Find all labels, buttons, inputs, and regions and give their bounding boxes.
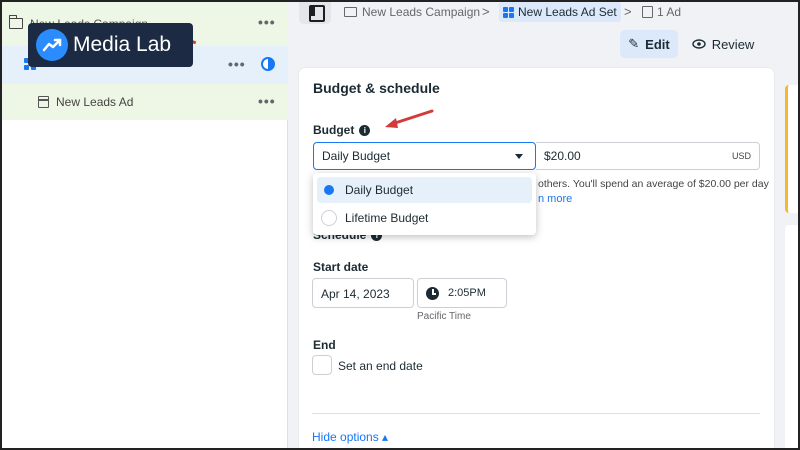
eye-icon xyxy=(691,37,706,52)
side-panel-card xyxy=(785,225,798,450)
edit-button[interactable]: ✎ Edit xyxy=(620,30,678,58)
end-label: End xyxy=(313,338,336,352)
campaign-tree-panel: New Leads Campaign ••• ••• ••• New Leads… xyxy=(2,2,288,448)
toggle-panel-button[interactable] xyxy=(299,0,331,24)
divider xyxy=(312,413,760,414)
start-date-label: Start date xyxy=(313,260,369,274)
currency-label: USD xyxy=(731,151,751,161)
caret-down-icon xyxy=(515,154,523,159)
info-icon[interactable]: i xyxy=(359,124,371,136)
folder-icon xyxy=(344,7,357,17)
media-lab-logo: Media Lab xyxy=(28,23,193,67)
breadcrumb-ad-label: 1 Ad xyxy=(657,5,682,19)
start-time-value: 2:05PM xyxy=(448,287,486,299)
ad-name: New Leads Ad xyxy=(56,95,134,109)
hide-options-link[interactable]: Hide options ▴ xyxy=(312,430,388,444)
timezone-label: Pacific Time xyxy=(417,311,471,322)
side-panel-card xyxy=(785,85,798,213)
breadcrumb-separator: > xyxy=(482,4,490,19)
trend-up-icon xyxy=(36,29,68,61)
budget-amount-value: $20.00 xyxy=(544,149,581,163)
menu-item-lifetime-budget[interactable]: Lifetime Budget xyxy=(317,205,532,231)
review-label: Review xyxy=(711,36,755,52)
annotation-arrow-icon xyxy=(385,109,434,128)
breadcrumb-ad[interactable]: 1 Ad xyxy=(642,2,681,22)
review-button[interactable]: Review xyxy=(688,30,758,58)
menu-item-label: Daily Budget xyxy=(345,183,414,197)
start-date-input[interactable]: Apr 14, 2023 xyxy=(312,278,414,308)
edit-label: Edit xyxy=(645,36,670,52)
menu-item-daily-budget[interactable]: Daily Budget xyxy=(317,177,532,203)
clock-icon xyxy=(426,287,439,300)
budget-type-menu: Daily Budget Lifetime Budget xyxy=(313,173,536,235)
radio-unselected-icon[interactable] xyxy=(321,210,337,226)
budget-type-value: Daily Budget xyxy=(322,149,391,163)
breadcrumb-ad-set-label: New Leads Ad Set xyxy=(518,5,617,19)
menu-item-label: Lifetime Budget xyxy=(345,211,429,225)
start-date-value: Apr 14, 2023 xyxy=(321,287,390,301)
breadcrumb-campaign[interactable]: New Leads Campaign xyxy=(344,2,480,22)
pencil-icon: ✎ xyxy=(628,36,640,51)
more-options-icon[interactable]: ••• xyxy=(228,56,246,72)
delivery-status-icon[interactable] xyxy=(261,57,275,71)
radio-selected-icon[interactable] xyxy=(321,182,337,198)
section-title: Budget & schedule xyxy=(313,80,440,96)
more-options-icon[interactable]: ••• xyxy=(258,93,276,109)
learn-more-link[interactable]: n more xyxy=(538,193,572,205)
logo-text: Media Lab xyxy=(73,33,172,56)
ad-icon xyxy=(38,96,49,108)
more-options-icon[interactable]: ••• xyxy=(258,14,276,30)
end-date-checkbox[interactable] xyxy=(312,355,332,375)
ad-set-icon xyxy=(503,6,514,18)
budget-hint: others. You'll spend an average of $20.0… xyxy=(538,178,769,190)
breadcrumb-ad-set[interactable]: New Leads Ad Set xyxy=(499,2,621,22)
end-date-checkbox-label: Set an end date xyxy=(338,359,423,373)
start-time-input[interactable]: 2:05PM xyxy=(417,278,507,308)
folder-icon xyxy=(8,15,23,29)
budget-type-select[interactable]: Daily Budget xyxy=(313,142,536,170)
ad-icon xyxy=(642,6,653,18)
breadcrumb-separator: > xyxy=(624,4,632,19)
breadcrumb-campaign-label: New Leads Campaign xyxy=(362,5,481,19)
budget-label-text: Budget xyxy=(313,123,355,137)
budget-amount-input[interactable]: $20.00 USD xyxy=(536,142,760,170)
budget-label: Budget i xyxy=(313,123,371,137)
